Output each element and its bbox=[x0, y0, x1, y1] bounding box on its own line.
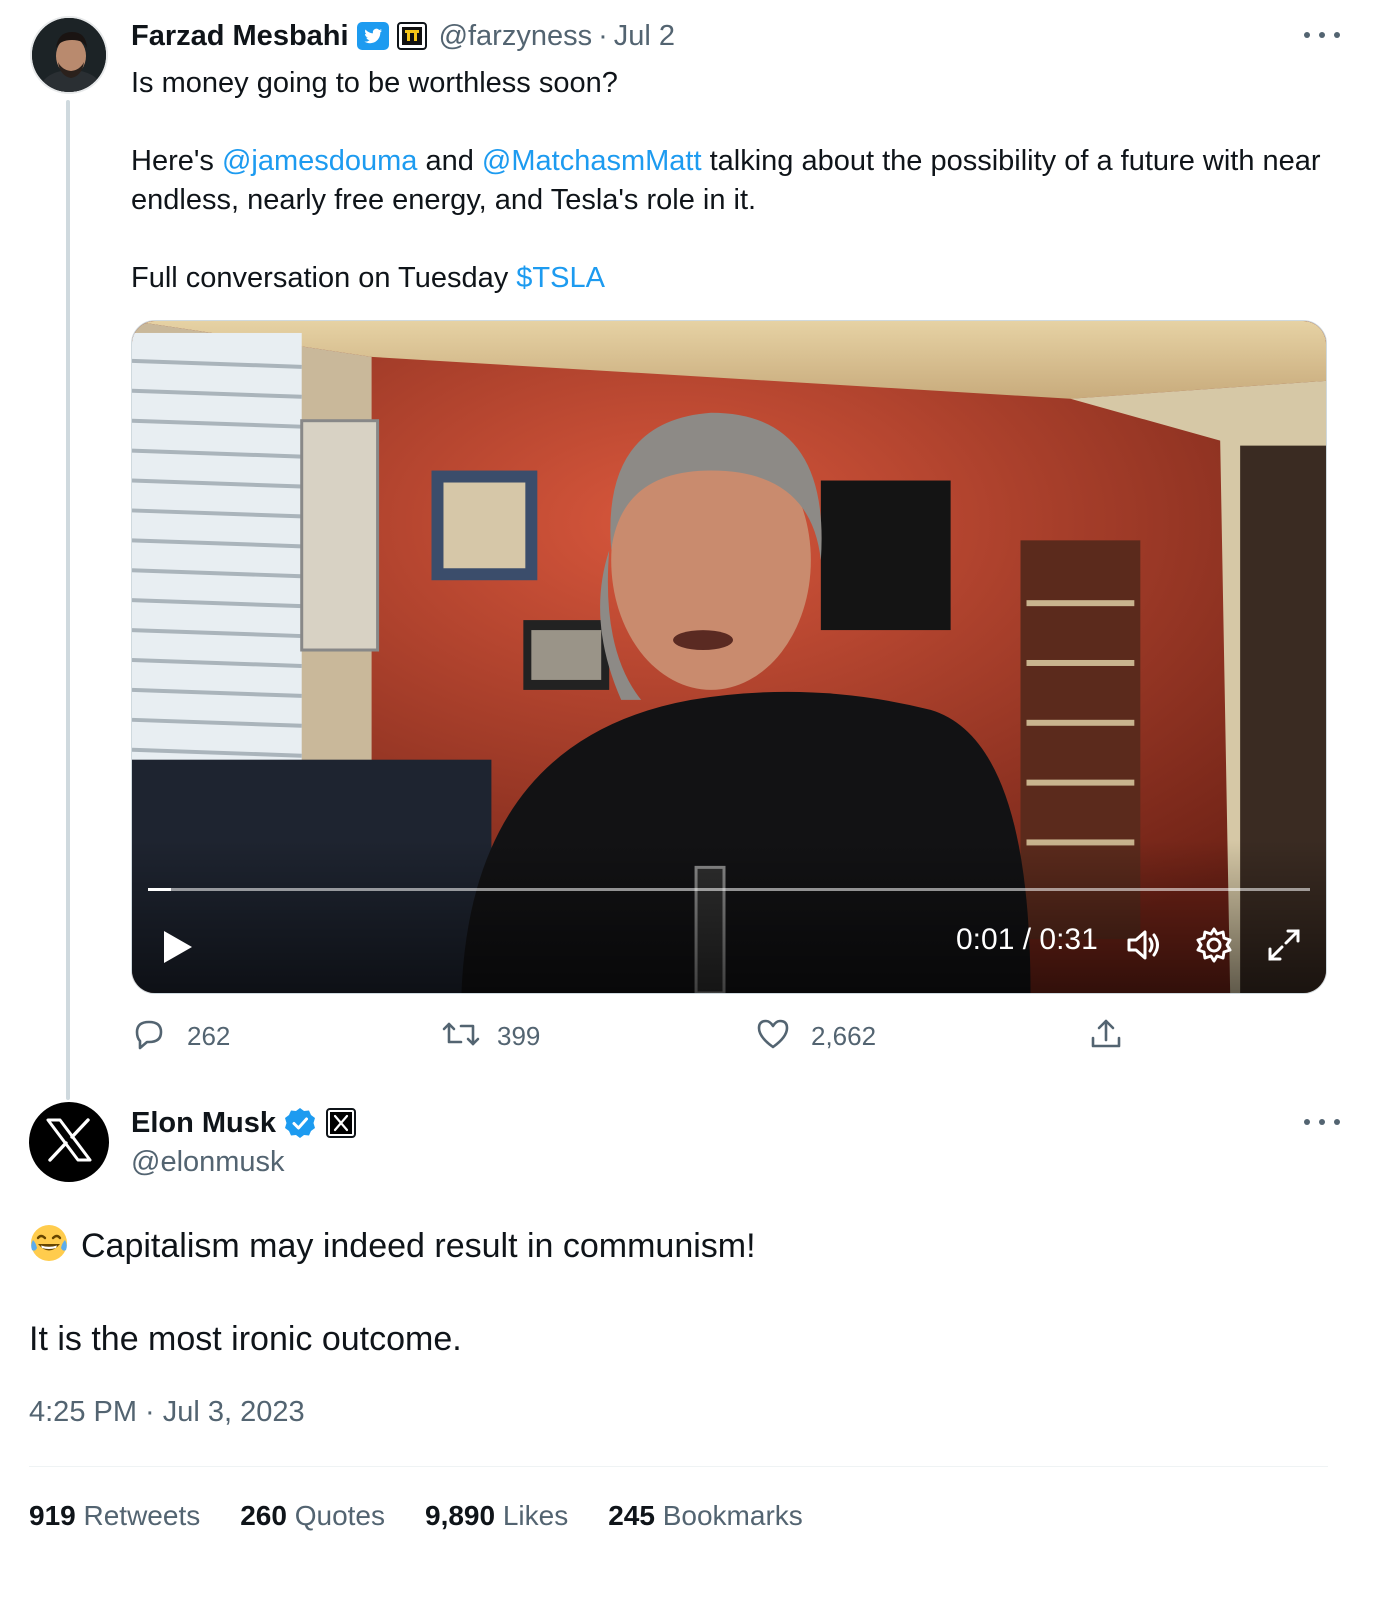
stat-value: 919 bbox=[29, 1500, 76, 1531]
video-progress-fill bbox=[148, 888, 172, 891]
reply-count: 262 bbox=[187, 1021, 231, 1051]
tweet-timestamp[interactable]: 4:25 PM · Jul 3, 2023 bbox=[29, 1396, 305, 1429]
author-handle[interactable]: @farzyness bbox=[439, 20, 593, 53]
tweet-text-paragraph: Here's @jamesdouma and @MatchasmMatt tal… bbox=[131, 142, 1331, 220]
avatar-elonmusk[interactable] bbox=[29, 1102, 109, 1182]
tweet-text-line: Capitalism may indeed result in communis… bbox=[29, 1222, 1329, 1270]
share-icon bbox=[1088, 1016, 1124, 1057]
reply-icon bbox=[131, 1016, 167, 1057]
tweet2-header: Elon Musk @elonmusk bbox=[131, 1102, 357, 1179]
retweet-count: 399 bbox=[497, 1021, 541, 1051]
tweet-text-line: Is money going to be worthless soon? bbox=[131, 67, 618, 99]
fullscreen-icon[interactable] bbox=[1262, 923, 1306, 967]
author-name[interactable]: Elon Musk bbox=[131, 1107, 276, 1140]
like-count: 2,662 bbox=[811, 1021, 877, 1051]
verified-icon bbox=[284, 1107, 316, 1139]
tweet-text-paragraph: Full conversation on Tuesday $TSLA bbox=[131, 259, 1331, 298]
stat-label: Bookmarks bbox=[662, 1500, 803, 1531]
stat-label: Quotes bbox=[294, 1500, 385, 1531]
tweet-text: Capitalism may indeed result in communis… bbox=[81, 1227, 756, 1265]
avatar-farzad[interactable] bbox=[30, 16, 108, 94]
date-separator: · bbox=[598, 19, 608, 52]
play-icon[interactable] bbox=[158, 927, 198, 967]
affiliate-badge-icon[interactable] bbox=[396, 22, 427, 50]
tweet1-body: Is money going to be worthless soon? Her… bbox=[131, 64, 1331, 298]
reply-button[interactable]: 262 bbox=[131, 1016, 230, 1057]
stat-label: Retweets bbox=[83, 1500, 201, 1531]
like-button[interactable]: 2,662 bbox=[755, 1016, 876, 1057]
video-controls: 0:01 / 0:31 bbox=[132, 901, 1326, 993]
engagement-stats: 919 Retweets 260 Quotes 9,890 Likes 245 … bbox=[29, 1500, 843, 1532]
text-fragment: Full conversation on Tuesday bbox=[131, 262, 517, 294]
video-timecode: 0:01 / 0:31 bbox=[956, 923, 1098, 956]
stat-likes[interactable]: 9,890 Likes bbox=[425, 1500, 568, 1532]
author-name[interactable]: Farzad Mesbahi bbox=[131, 20, 349, 53]
stat-quotes[interactable]: 260 Quotes bbox=[240, 1500, 385, 1532]
volume-icon[interactable] bbox=[1122, 923, 1166, 967]
stat-value: 9,890 bbox=[425, 1500, 496, 1531]
cashtag-link-tsla[interactable]: $TSLA bbox=[516, 262, 605, 294]
mention-link-jamesdouma[interactable]: @jamesdouma bbox=[222, 145, 417, 177]
video-progress-bar[interactable] bbox=[148, 888, 1310, 891]
text-fragment: and bbox=[417, 145, 482, 177]
video-player[interactable]: 0:01 / 0:31 bbox=[131, 320, 1327, 994]
tweet1-header: Farzad Mesbahi @farzyness · Jul 2 bbox=[131, 14, 675, 58]
affiliate-badge-icon[interactable] bbox=[326, 1108, 357, 1138]
tweet-text-line: It is the most ironic outcome. bbox=[29, 1320, 462, 1358]
x-logo-icon bbox=[46, 1117, 92, 1167]
more-icon[interactable] bbox=[1304, 1110, 1340, 1134]
author-handle[interactable]: @elonmusk bbox=[131, 1146, 356, 1179]
laughing-emoji-icon bbox=[29, 1223, 69, 1263]
stat-value: 260 bbox=[240, 1500, 287, 1531]
like-icon bbox=[755, 1016, 791, 1057]
verified-icon bbox=[356, 22, 389, 50]
text-fragment: Here's bbox=[131, 145, 222, 177]
stat-retweets[interactable]: 919 Retweets bbox=[29, 1500, 200, 1532]
tweet1-actions: 262 399 2,662 bbox=[131, 1016, 1131, 1062]
mention-link-matchasmmatt[interactable]: @MatchasmMatt bbox=[482, 145, 702, 177]
tweet-date[interactable]: Jul 2 bbox=[614, 20, 675, 53]
stat-label: Likes bbox=[502, 1500, 569, 1531]
share-button[interactable] bbox=[1088, 1016, 1124, 1057]
divider bbox=[29, 1466, 1328, 1467]
stat-value: 245 bbox=[608, 1500, 655, 1531]
more-icon[interactable] bbox=[1304, 23, 1340, 47]
settings-icon[interactable] bbox=[1192, 923, 1236, 967]
thread-connector-line bbox=[66, 100, 70, 1100]
tweet2-body: Capitalism may indeed result in communis… bbox=[29, 1222, 1329, 1363]
retweet-button[interactable]: 399 bbox=[441, 1016, 540, 1057]
stat-bookmarks[interactable]: 245 Bookmarks bbox=[608, 1500, 803, 1532]
retweet-icon bbox=[441, 1016, 481, 1057]
video-frame bbox=[132, 321, 1326, 993]
